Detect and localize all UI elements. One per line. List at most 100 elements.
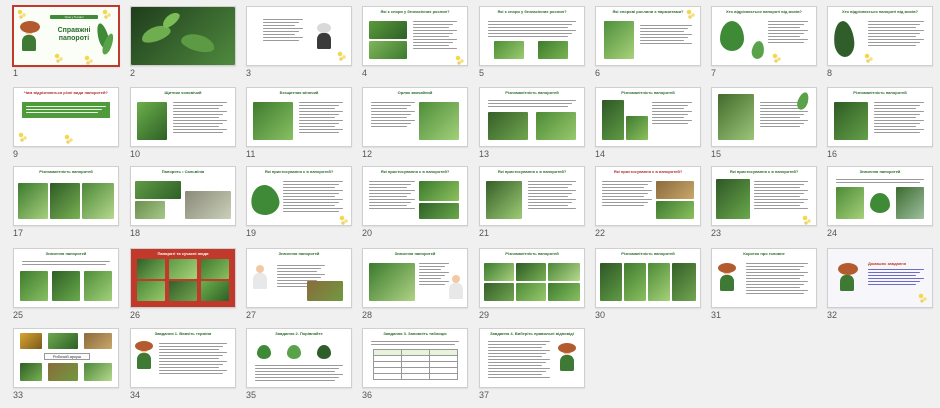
- fern-leaf-icon: [750, 40, 766, 60]
- slide-preview[interactable]: Завдання 2. Порівняйте: [246, 328, 352, 388]
- fern-photo: [834, 102, 868, 140]
- slide-thumbnail[interactable]: Різноманітність папоротей 13: [479, 87, 595, 167]
- text-line: [874, 117, 916, 118]
- slide-thumbnail[interactable]: 15: [711, 87, 827, 167]
- slide-thumbnail[interactable]: Чим відрізняються різні види папоротей? 9: [13, 87, 129, 167]
- slide-preview[interactable]: [711, 87, 817, 147]
- slide-preview[interactable]: Які є спори у безнасінних рослин?: [362, 6, 468, 66]
- slide-preview[interactable]: Орляк звичайний: [362, 87, 468, 147]
- text-line: [369, 187, 407, 188]
- slide-preview[interactable]: Завдання 4. Виберіть правильні відповіді: [479, 328, 585, 388]
- text-line: [768, 24, 804, 25]
- slide-preview[interactable]: Папороть • Сальвінія: [130, 166, 236, 226]
- slide-thumbnail[interactable]: Значення папоротей 24: [827, 166, 940, 246]
- slide-preview[interactable]: Значення папоротей: [246, 248, 352, 308]
- slide-preview[interactable]: Які спорові рослини є паразитами?: [595, 6, 701, 66]
- slide-preview[interactable]: Щитник чоловічий: [130, 87, 236, 147]
- slide-preview[interactable]: Які пристосування є в папоротей?: [362, 166, 468, 226]
- slide-thumbnail[interactable]: Які пристосування є в папоротей? 21: [479, 166, 595, 246]
- slide-thumbnail[interactable]: Хто відрізняється папороті від мохів? 8: [827, 6, 940, 86]
- slide-preview[interactable]: Робочий аркуш: [13, 328, 119, 388]
- slide-number: 34: [130, 390, 141, 400]
- slide-thumbnail[interactable]: Завдання 3. Заповніть таблицю 36: [362, 328, 478, 408]
- slide-preview[interactable]: Хто відрізняється папороті від мохів?: [827, 6, 933, 66]
- slide-preview[interactable]: [130, 6, 236, 66]
- slide-preview[interactable]: Значення папоротей: [827, 166, 933, 226]
- slide-preview[interactable]: Домашнє завдання: [827, 248, 933, 308]
- slide-preview[interactable]: Які пристосування є в папоротей?: [595, 166, 701, 226]
- flower-decoration: [64, 134, 74, 144]
- fern-photo: [419, 181, 459, 201]
- slide-preview[interactable]: Різноманітність папоротей: [827, 87, 933, 147]
- slide-thumbnail[interactable]: Папороть • Сальвінія 18: [130, 166, 246, 246]
- slide-preview[interactable]: Різноманітність папоротей: [595, 248, 701, 308]
- slide-preview[interactable]: Які пристосування є в папоротей?: [246, 166, 352, 226]
- slide-preview[interactable]: Папороті та сучасні люди: [130, 248, 236, 308]
- slide-thumbnail[interactable]: Значення папоротей 25: [13, 248, 129, 328]
- character-hair: [838, 263, 858, 275]
- text-line: [868, 275, 916, 276]
- slide-thumbnail[interactable]: Хто відрізняється папороті від мохів? 7: [711, 6, 827, 86]
- fern-photo: [84, 363, 112, 381]
- slide-thumbnail[interactable]: Які є спори у безнасінних рослин? 4: [362, 6, 478, 86]
- slide-preview[interactable]: Хто відрізняється папороті від мохів?: [711, 6, 817, 66]
- slide-preview[interactable]: Безщитник жіночий: [246, 87, 352, 147]
- text-line: [746, 263, 808, 264]
- slide-thumbnail[interactable]: Завдання 4. Виберіть правильні відповіді…: [479, 328, 595, 408]
- slide-title: Різноманітність папоротей: [621, 90, 675, 95]
- slide-thumbnail[interactable]: Значення папоротей 28: [362, 248, 478, 328]
- text-line: [369, 196, 407, 197]
- slide-thumbnail[interactable]: Які спорові рослини є паразитами? 6: [595, 6, 711, 86]
- slide-thumbnail[interactable]: Орляк звичайний 12: [362, 87, 478, 167]
- slide-thumbnail[interactable]: Безщитник жіночий 11: [246, 87, 362, 167]
- text-line: [746, 284, 804, 285]
- slide-thumbnail[interactable]: 2: [130, 6, 246, 86]
- slide-preview[interactable]: Різноманітність папоротей: [13, 166, 119, 226]
- slide-preview[interactable]: Різноманітність папоротей: [479, 87, 585, 147]
- slide-thumbnail[interactable]: Які пристосування є в папоротей? 23: [711, 166, 827, 246]
- slide-thumbnail[interactable]: Домашнє завдання 32: [827, 248, 940, 328]
- slide-preview[interactable]: Справжні папороті Урок у 5 класі: [12, 5, 120, 67]
- text-line: [371, 114, 411, 115]
- slide-preview[interactable]: Коротко про головне: [711, 248, 817, 308]
- slide-preview[interactable]: Різноманітність папоротей: [479, 248, 585, 308]
- slide-thumbnail[interactable]: Різноманітність папоротей 29: [479, 248, 595, 328]
- slide-thumbnail[interactable]: Які є спори у безнасінних рослин? 5: [479, 6, 595, 86]
- text-line: [488, 24, 572, 25]
- slide-thumbnail[interactable]: Щитник чоловічий 10: [130, 87, 246, 167]
- slide-thumbnail[interactable]: Робочий аркуш 33: [13, 328, 129, 408]
- text-line: [369, 184, 411, 185]
- fern-photo: [307, 281, 343, 301]
- slide-preview[interactable]: [246, 6, 352, 66]
- text-line: [868, 272, 920, 273]
- slide-thumbnail[interactable]: Різноманітність папоротей 30: [595, 248, 711, 328]
- slide-thumbnail[interactable]: Значення папоротей 27: [246, 248, 362, 328]
- slide-preview[interactable]: Які пристосування є в папоротей?: [711, 166, 817, 226]
- slide-preview[interactable]: Значення папоротей: [13, 248, 119, 308]
- slide-thumbnail[interactable]: Завдання 2. Порівняйте 35: [246, 328, 362, 408]
- text-line: [413, 48, 457, 49]
- slide-thumbnail[interactable]: Різноманітність папоротей 17: [13, 166, 129, 246]
- slide-thumbnail[interactable]: Різноманітність папоротей 16: [827, 87, 940, 167]
- slide-preview[interactable]: Завдання 3. Заповніть таблицю: [362, 328, 468, 388]
- slide-thumbnail[interactable]: Різноманітність папоротей 14: [595, 87, 711, 167]
- text-line: [173, 108, 219, 109]
- slide-preview[interactable]: Чим відрізняються різні види папоротей?: [13, 87, 119, 147]
- text-line: [602, 193, 648, 194]
- text-line: [299, 117, 335, 118]
- slide-thumbnail[interactable]: Які пристосування є в папоротей? 20: [362, 166, 478, 246]
- slide-number: 36: [362, 390, 373, 400]
- slide-preview[interactable]: Які пристосування є в папоротей?: [479, 166, 585, 226]
- slide-thumbnail[interactable]: Коротко про головне 31: [711, 248, 827, 328]
- slide-thumbnail[interactable]: Завдання 1. Вивчіть терміни 34: [130, 328, 246, 408]
- slide-thumbnail[interactable]: 3: [246, 6, 362, 86]
- text-line: [640, 31, 684, 32]
- slide-thumbnail[interactable]: Які пристосування є в папоротей? 22: [595, 166, 711, 246]
- slide-thumbnail[interactable]: Які пристосування є в папоротей? 19: [246, 166, 362, 246]
- slide-preview[interactable]: Завдання 1. Вивчіть терміни: [130, 328, 236, 388]
- slide-preview[interactable]: Різноманітність папоротей: [595, 87, 701, 147]
- slide-preview[interactable]: Які є спори у безнасінних рослин?: [479, 6, 585, 66]
- slide-thumbnail[interactable]: Справжні папороті Урок у 5 класі 1: [12, 5, 129, 86]
- slide-thumbnail[interactable]: Папороті та сучасні люди 26: [130, 248, 246, 328]
- slide-preview[interactable]: Значення папоротей: [362, 248, 468, 308]
